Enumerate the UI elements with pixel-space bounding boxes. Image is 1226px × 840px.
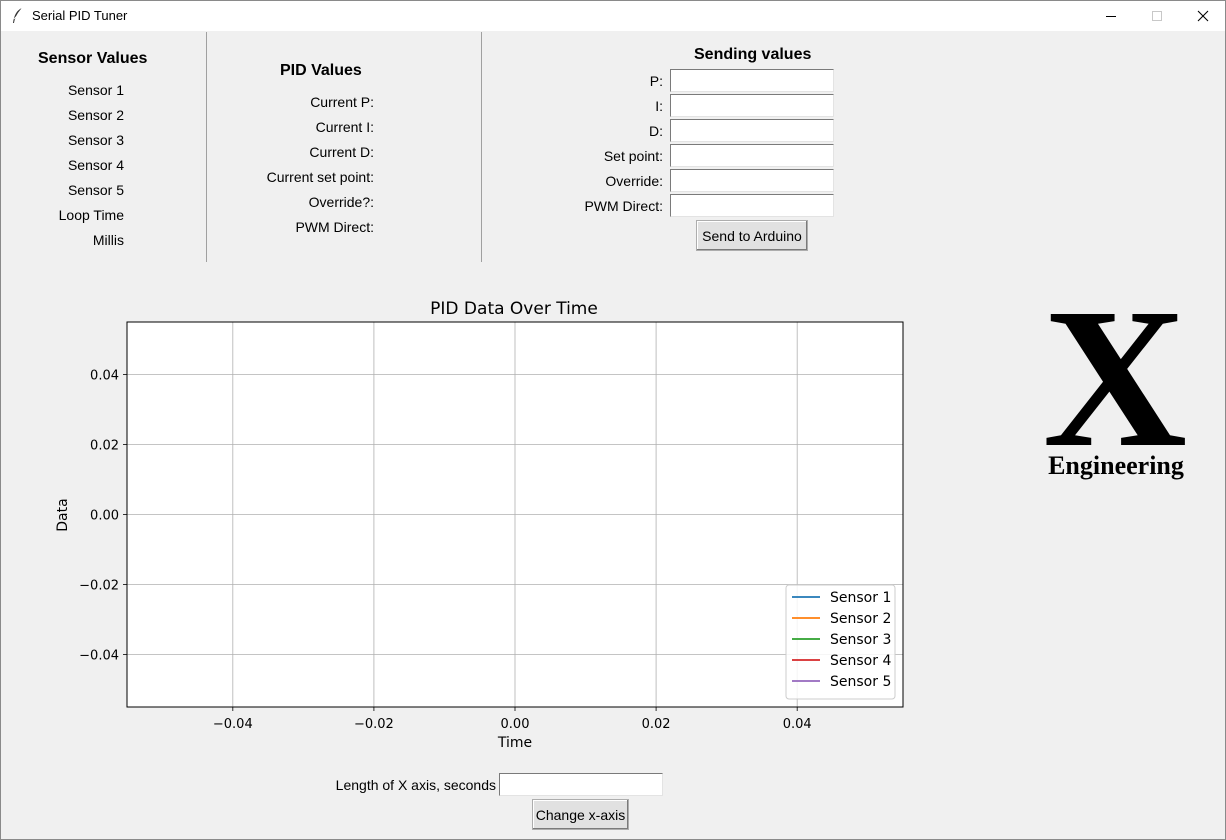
sensor-values-heading: Sensor Values	[38, 50, 148, 67]
legend-label: Sensor 3	[830, 632, 891, 648]
d-input[interactable]	[670, 119, 834, 142]
pwm-direct-field-label: PWM Direct:	[584, 198, 663, 214]
override-field-label: Override:	[605, 173, 663, 189]
pid-values-heading: PID Values	[280, 62, 362, 79]
current-p-label: Current P:	[310, 94, 374, 110]
legend-label: Sensor 4	[830, 653, 891, 669]
window-title: Serial PID Tuner	[32, 8, 128, 23]
p-field-label: P:	[649, 73, 663, 89]
logo-letter: X	[1042, 268, 1188, 489]
sensor-3-label: Sensor 3	[67, 132, 124, 148]
maximize-button[interactable]	[1134, 1, 1180, 31]
x-axis-label: Time	[497, 735, 532, 751]
chart-title: PID Data Over Time	[430, 299, 598, 319]
legend-label: Sensor 5	[830, 674, 891, 690]
x-tick-label: 0.02	[642, 717, 671, 732]
y-tick-label: −0.02	[79, 579, 119, 594]
override-status-label: Override?:	[308, 194, 374, 210]
x-axis-length-input[interactable]	[499, 773, 663, 796]
y-axis-label: Data	[55, 498, 71, 531]
legend-label: Sensor 1	[830, 590, 891, 606]
p-input[interactable]	[670, 69, 834, 92]
pwm-direct-input[interactable]	[670, 194, 834, 217]
loop-time-label: Loop Time	[58, 207, 124, 223]
y-tick-label: 0.04	[90, 369, 119, 384]
pid-chart: PID Data Over Time −0.04 −0.02 0.00 0.02 0.0…	[55, 299, 904, 751]
minimize-button[interactable]	[1088, 1, 1134, 31]
close-button[interactable]	[1180, 1, 1226, 31]
separator-1	[206, 32, 207, 262]
chart-legend: Sensor 1 Sensor 2 Sensor 3 Sensor 4 Sensor 5	[785, 584, 896, 700]
sensor-5-label: Sensor 5	[67, 182, 124, 198]
set-point-field-label: Set point:	[603, 148, 663, 164]
x-axis-length-label: Length of X axis, seconds	[335, 777, 496, 793]
i-input[interactable]	[670, 94, 834, 117]
y-tick-label: 0.02	[90, 439, 119, 454]
i-field-label: I:	[655, 98, 663, 114]
current-set-point-label: Current set point:	[266, 169, 374, 185]
y-tick-label: 0.00	[90, 509, 119, 524]
feather-icon	[13, 7, 23, 23]
x-tick-label: 0.04	[783, 717, 812, 732]
main-window: Serial PID Tuner Sensor Values Sensor 1 …	[0, 0, 1226, 840]
legend-label: Sensor 2	[830, 611, 891, 627]
maximize-icon	[1152, 11, 1162, 21]
x-tick-label: −0.02	[354, 717, 394, 732]
change-x-axis-button[interactable]: Change x-axis	[532, 799, 629, 830]
override-input[interactable]	[670, 169, 834, 192]
y-tick-label: −0.04	[79, 649, 119, 664]
sensor-1-label: Sensor 1	[67, 82, 124, 98]
current-d-label: Current D:	[309, 144, 374, 160]
set-point-input[interactable]	[670, 144, 834, 167]
separator-2	[481, 32, 482, 262]
sensor-2-label: Sensor 2	[67, 107, 124, 123]
current-i-label: Current I:	[315, 119, 374, 135]
close-icon	[1197, 10, 1209, 22]
logo-text: Engineering	[1048, 451, 1184, 480]
x-tick-label: −0.04	[213, 717, 253, 732]
x-tick-label: 0.00	[501, 717, 530, 732]
pwm-direct-status-label: PWM Direct:	[295, 219, 374, 235]
minimize-icon	[1106, 16, 1116, 17]
send-to-arduino-button[interactable]: Send to Arduino	[696, 220, 808, 251]
sending-values-heading: Sending values	[694, 46, 812, 63]
millis-label: Millis	[92, 232, 124, 248]
sensor-4-label: Sensor 4	[67, 157, 124, 173]
title-bar[interactable]: Serial PID Tuner	[1, 1, 1225, 31]
d-field-label: D:	[649, 123, 663, 139]
